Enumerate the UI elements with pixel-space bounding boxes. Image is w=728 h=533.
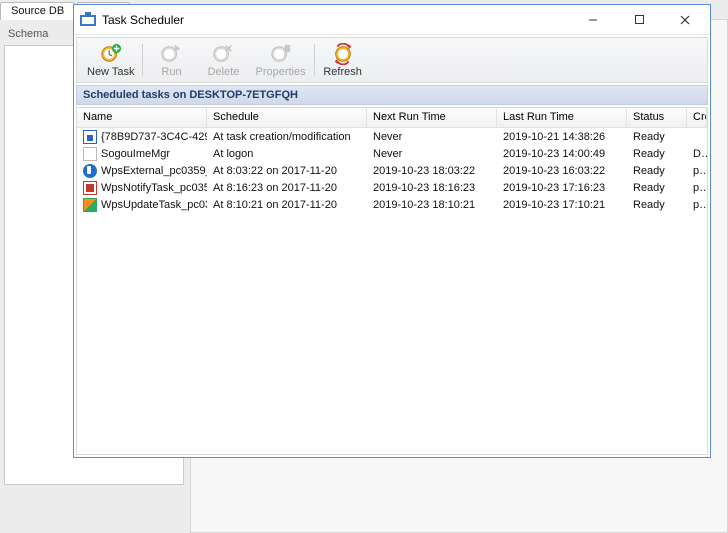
cell-name: WpsExternal_pc0359_...	[77, 163, 207, 178]
grid-header: Name Schedule Next Run Time Last Run Tim…	[77, 108, 707, 128]
toolbar: New Task Run Delete	[76, 37, 708, 83]
cell-last: 2019-10-23 16:03:22	[497, 164, 627, 177]
cell-last: 2019-10-23 17:10:21	[497, 198, 627, 211]
toolbar-label: Delete	[208, 66, 240, 78]
run-button: Run	[145, 40, 197, 80]
table-row[interactable]: {78B9D737-3C4C-429...At task creation/mo…	[77, 128, 707, 145]
refresh-button[interactable]: Refresh	[317, 40, 369, 80]
run-icon	[160, 43, 182, 65]
cell-status: Ready	[627, 198, 687, 211]
cell-name: SogouImeMgr	[77, 146, 207, 161]
cell-schedule: At logon	[207, 147, 367, 160]
grid-body: {78B9D737-3C4C-429...At task creation/mo…	[77, 128, 707, 454]
new-task-button[interactable]: New Task	[81, 40, 140, 80]
task-icon	[83, 130, 97, 144]
task-grid[interactable]: Name Schedule Next Run Time Last Run Tim…	[76, 107, 708, 455]
toolbar-label: Refresh	[323, 66, 362, 78]
cell-schedule: At 8:03:22 on 2017-11-20	[207, 164, 367, 177]
col-creator[interactable]: Creator	[687, 108, 707, 127]
cell-creator: pc0359	[687, 198, 707, 211]
cell-name: WpsNotifyTask_pc0359	[77, 180, 207, 195]
maximize-button[interactable]	[616, 6, 662, 34]
cell-name: {78B9D737-3C4C-429...	[77, 129, 207, 144]
cell-last: 2019-10-23 17:16:23	[497, 181, 627, 194]
task-scheduler-window: Task Scheduler	[73, 4, 711, 458]
task-icon	[83, 147, 97, 161]
toolbar-label: New Task	[87, 66, 134, 78]
cell-schedule: At 8:10:21 on 2017-11-20	[207, 198, 367, 211]
table-row[interactable]: WpsUpdateTask_pc0359At 8:10:21 on 2017-1…	[77, 196, 707, 213]
properties-icon	[270, 43, 292, 65]
cell-next: 2019-10-23 18:16:23	[367, 181, 497, 194]
col-next[interactable]: Next Run Time	[367, 108, 497, 127]
toolbar-separator	[142, 44, 143, 76]
host-tab-source-db[interactable]: Source DB	[0, 2, 75, 20]
task-name: {78B9D737-3C4C-429...	[101, 131, 207, 143]
col-last[interactable]: Last Run Time	[497, 108, 627, 127]
info-banner: Scheduled tasks on DESKTOP-7ETGFQH	[76, 85, 708, 105]
cell-schedule: At task creation/modification	[207, 130, 367, 143]
task-name: SogouImeMgr	[101, 148, 170, 160]
schema-label: Schema	[8, 28, 48, 40]
task-icon	[83, 198, 97, 212]
delete-button: Delete	[197, 40, 249, 80]
task-icon	[83, 181, 97, 195]
cell-status: Ready	[627, 164, 687, 177]
task-name: WpsNotifyTask_pc0359	[101, 182, 207, 194]
toolbar-label: Properties	[255, 66, 305, 78]
table-row[interactable]: WpsExternal_pc0359_...At 8:03:22 on 2017…	[77, 162, 707, 179]
toolbar-separator	[314, 44, 315, 76]
toolbar-label: Run	[161, 66, 181, 78]
cell-name: WpsUpdateTask_pc0359	[77, 197, 207, 212]
new-task-icon	[100, 43, 122, 65]
task-name: WpsUpdateTask_pc0359	[101, 199, 207, 211]
close-button[interactable]	[662, 6, 708, 34]
minimize-button[interactable]	[570, 6, 616, 34]
cell-status: Ready	[627, 147, 687, 160]
window-title: Task Scheduler	[102, 13, 570, 27]
titlebar[interactable]: Task Scheduler	[74, 5, 710, 35]
properties-button: Properties	[249, 40, 311, 80]
cell-last: 2019-10-23 14:00:49	[497, 147, 627, 160]
cell-status: Ready	[627, 130, 687, 143]
cell-next: 2019-10-23 18:03:22	[367, 164, 497, 177]
cell-status: Ready	[627, 181, 687, 194]
col-status[interactable]: Status	[627, 108, 687, 127]
task-icon	[83, 164, 97, 178]
col-name[interactable]: Name	[77, 108, 207, 127]
col-schedule[interactable]: Schedule	[207, 108, 367, 127]
cell-creator	[687, 136, 707, 137]
cell-creator: pc0359	[687, 164, 707, 177]
task-name: WpsExternal_pc0359_...	[101, 165, 207, 177]
cell-last: 2019-10-21 14:38:26	[497, 130, 627, 143]
refresh-icon	[332, 43, 354, 65]
delete-icon	[212, 43, 234, 65]
cell-next: Never	[367, 147, 497, 160]
cell-next: Never	[367, 130, 497, 143]
cell-schedule: At 8:16:23 on 2017-11-20	[207, 181, 367, 194]
app-icon	[80, 12, 96, 28]
table-row[interactable]: WpsNotifyTask_pc0359At 8:16:23 on 2017-1…	[77, 179, 707, 196]
cell-next: 2019-10-23 18:10:21	[367, 198, 497, 211]
cell-creator: DESKTOP-7E...	[687, 147, 707, 160]
table-row[interactable]: SogouImeMgr At logonNever2019-10-23 14:00…	[77, 145, 707, 162]
cell-creator: pc0359	[687, 181, 707, 194]
